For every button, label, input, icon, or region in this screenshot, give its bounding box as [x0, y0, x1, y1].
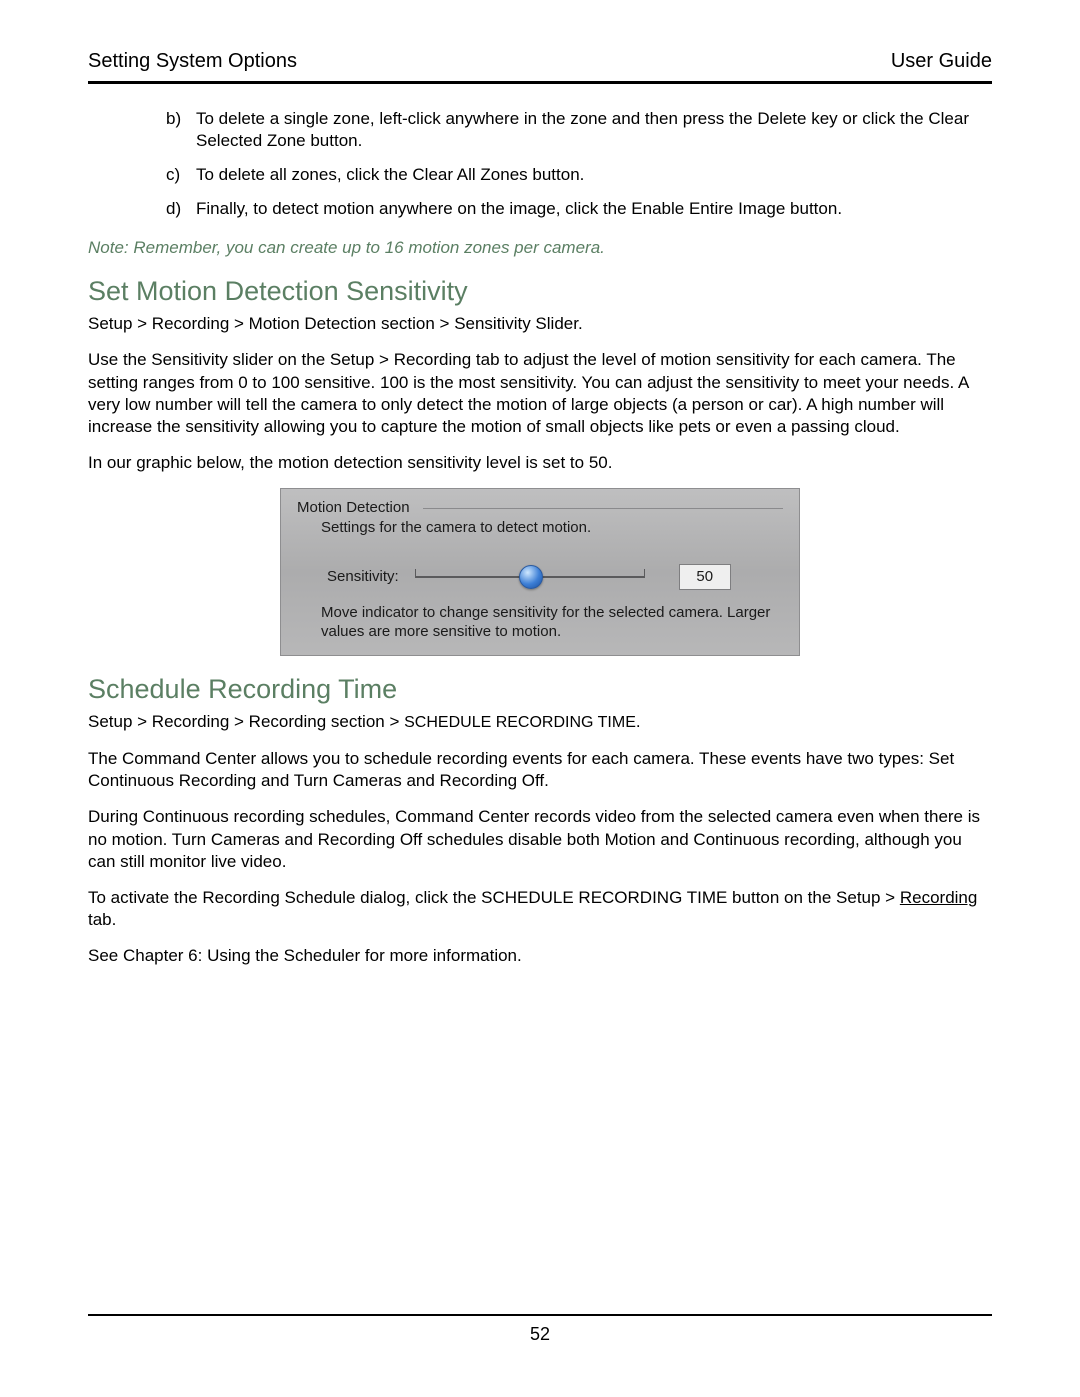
panel-title-rule — [423, 508, 783, 509]
text: To activate the Recording Schedule dialo… — [88, 888, 900, 907]
page: Setting System Options User Guide b) To … — [0, 0, 1080, 1397]
paragraph: To activate the Recording Schedule dialo… — [88, 887, 992, 931]
paragraph: In our graphic below, the motion detecti… — [88, 452, 992, 474]
list-item-b: b) To delete a single zone, left-click a… — [166, 108, 992, 152]
sensitivity-value-box[interactable]: 50 — [679, 564, 731, 590]
motion-detection-panel-figure: Motion Detection Settings for the camera… — [280, 488, 800, 657]
header-right: User Guide — [891, 50, 992, 73]
header-rule — [88, 81, 992, 84]
heading-schedule-recording-time: Schedule Recording Time — [88, 674, 992, 705]
list-marker: d) — [166, 198, 196, 220]
breadcrumb-path: Setup > Recording > Motion Detection sec… — [88, 313, 992, 335]
slider-tick-max — [644, 569, 645, 576]
header-left: Setting System Options — [88, 50, 297, 73]
paragraph: Use the Sensitivity slider on the Setup … — [88, 349, 992, 437]
paragraph: During Continuous recording schedules, C… — [88, 806, 992, 872]
footer-rule — [88, 1314, 992, 1316]
sensitivity-slider[interactable] — [415, 565, 645, 589]
path-caps: SCHEDULE RECORDING TIME — [404, 714, 636, 731]
heading-set-motion-detection-sensitivity: Set Motion Detection Sensitivity — [88, 276, 992, 307]
path-suffix: . — [636, 712, 641, 731]
panel-subtitle: Settings for the camera to detect motion… — [321, 519, 783, 536]
list-text: Finally, to detect motion anywhere on th… — [196, 198, 842, 220]
panel-help-text: Move indicator to change sensitivity for… — [321, 604, 783, 642]
paragraph: The Command Center allows you to schedul… — [88, 748, 992, 792]
text: tab. — [88, 910, 116, 929]
list-item-c: c) To delete all zones, click the Clear … — [166, 164, 992, 186]
list-marker: b) — [166, 108, 196, 152]
page-footer: 52 — [88, 1314, 992, 1345]
list-marker: c) — [166, 164, 196, 186]
note-text: Note: Remember, you can create up to 16 … — [88, 238, 992, 258]
list-item-d: d) Finally, to detect motion anywhere on… — [166, 198, 992, 220]
list-text: To delete a single zone, left-click anyw… — [196, 108, 992, 152]
sensitivity-label: Sensitivity: — [327, 568, 399, 585]
paragraph: See Chapter 6: Using the Scheduler for m… — [88, 945, 992, 967]
slider-thumb[interactable] — [519, 565, 543, 589]
breadcrumb-path: Setup > Recording > Recording section > … — [88, 711, 992, 734]
path-prefix: Setup > Recording > Recording section > — [88, 712, 404, 731]
sensitivity-row: Sensitivity: 50 — [327, 564, 783, 590]
slider-tick-min — [415, 569, 416, 576]
ordered-list: b) To delete a single zone, left-click a… — [88, 108, 992, 220]
recording-tab-link[interactable]: Recording — [900, 888, 978, 907]
page-number: 52 — [88, 1324, 992, 1345]
running-header: Setting System Options User Guide — [88, 50, 992, 73]
motion-detection-panel: Motion Detection Settings for the camera… — [280, 488, 800, 657]
list-text: To delete all zones, click the Clear All… — [196, 164, 584, 186]
